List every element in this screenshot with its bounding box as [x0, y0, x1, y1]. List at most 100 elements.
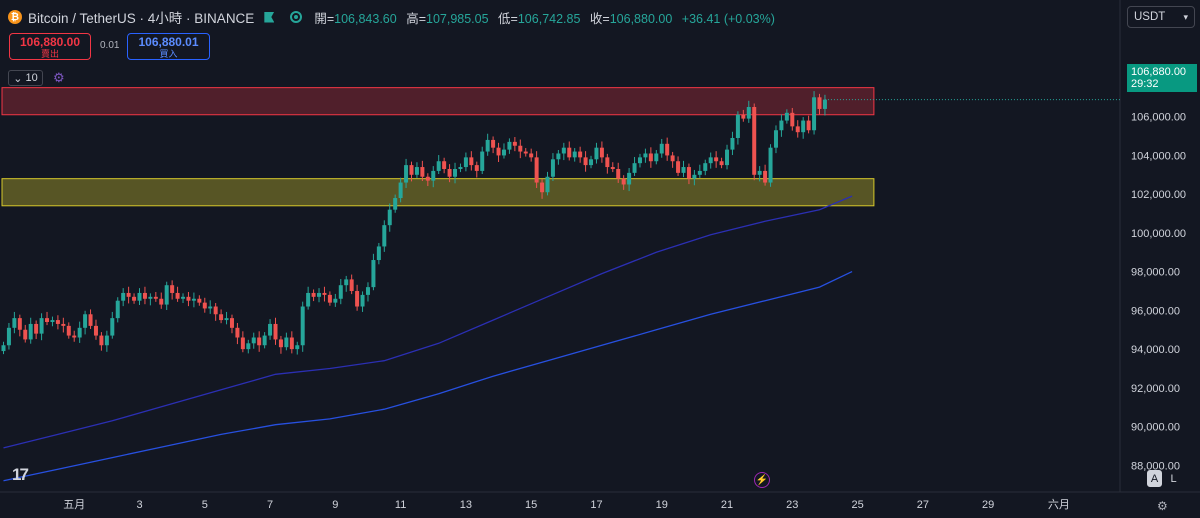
- x-tick-label: 11: [395, 499, 406, 511]
- candle-body: [790, 112, 795, 127]
- candle-body: [278, 339, 283, 348]
- candle-body: [632, 163, 637, 173]
- candle-body: [317, 292, 322, 297]
- candle-body: [567, 147, 572, 158]
- candle-body: [735, 114, 740, 138]
- candle-body: [425, 176, 430, 181]
- candle-body: [643, 153, 648, 158]
- gear-icon[interactable]: ⚙: [53, 71, 65, 84]
- x-tick-label: 27: [917, 499, 929, 511]
- candle-body: [550, 159, 555, 177]
- bitcoin-icon: ₿: [8, 10, 22, 24]
- x-tick-label: 3: [136, 499, 142, 511]
- candle-body: [420, 167, 425, 177]
- candle-body: [72, 335, 77, 338]
- buy-label: 買入: [159, 49, 178, 59]
- candle-body: [714, 157, 719, 162]
- candle-body: [414, 167, 419, 175]
- buy-button[interactable]: 106,880.01 買入: [127, 33, 210, 60]
- candle-body: [110, 318, 115, 336]
- candle-body: [409, 165, 414, 175]
- candle-body: [501, 149, 506, 156]
- candle-body: [349, 279, 354, 292]
- chevron-down-icon: ▾: [1183, 11, 1188, 22]
- candle-body: [295, 345, 300, 350]
- candle-body: [752, 107, 757, 175]
- candle-body: [670, 155, 675, 162]
- flag-icon[interactable]: [264, 11, 275, 23]
- candle-body: [779, 120, 784, 131]
- candle-body: [589, 159, 594, 166]
- candle-body: [148, 296, 153, 299]
- price-chart[interactable]: 88,000.0090,000.0092,000.0094,000.0096,0…: [0, 0, 1200, 518]
- candle-body: [382, 225, 387, 247]
- currency-select[interactable]: USDT ▾: [1127, 6, 1195, 28]
- candle-body: [561, 147, 566, 154]
- candle-body: [686, 167, 691, 179]
- candle-body: [186, 296, 191, 301]
- currency-value: USDT: [1134, 11, 1166, 23]
- candle-body: [240, 337, 245, 350]
- auto-scale-button[interactable]: A: [1147, 470, 1162, 487]
- candle-body: [659, 143, 664, 154]
- buy-price: 106,880.01: [138, 35, 199, 49]
- candle-body: [229, 318, 234, 328]
- candle-body: [219, 314, 224, 321]
- candle-body: [496, 147, 501, 156]
- candle-body: [262, 335, 267, 346]
- x-tick-label: 五月: [63, 499, 85, 511]
- candle-body: [333, 298, 338, 303]
- sell-price: 106,880.00: [19, 35, 81, 49]
- candle-body: [458, 167, 463, 169]
- x-tick-label: 5: [202, 499, 208, 511]
- candle-body: [463, 157, 468, 168]
- candle-body: [268, 323, 273, 336]
- log-scale-button[interactable]: L: [1166, 470, 1181, 487]
- tradingview-logo[interactable]: 17: [12, 465, 29, 485]
- candle-body: [605, 157, 610, 168]
- candle-body: [360, 294, 365, 307]
- candle-body: [681, 167, 686, 173]
- candle-body: [746, 107, 751, 119]
- candle-body: [45, 318, 50, 323]
- candle-body: [817, 97, 822, 109]
- candle-body: [306, 292, 311, 307]
- candle-body: [540, 182, 545, 193]
- close-label: 收=: [589, 11, 610, 26]
- candle-body: [398, 182, 403, 199]
- candle-body: [757, 170, 762, 175]
- candle-body: [572, 151, 577, 158]
- candle-body: [344, 279, 349, 286]
- x-tick-label: 23: [786, 499, 798, 511]
- y-tick-label: 106,000.00: [1131, 112, 1186, 124]
- candle-body: [208, 306, 213, 309]
- candle-body: [300, 306, 305, 346]
- candle-body: [692, 174, 697, 179]
- candle-body: [697, 170, 702, 175]
- spread-value: 0.01: [100, 40, 120, 51]
- candle-body: [284, 337, 289, 348]
- candle-body: [376, 246, 381, 261]
- candle-body: [822, 99, 827, 109]
- candle-body: [289, 337, 294, 350]
- low-value: 106,742.85: [517, 11, 581, 26]
- candle-body: [121, 292, 126, 301]
- candle-body: [39, 318, 44, 334]
- candle-body: [153, 296, 158, 299]
- settings-icon[interactable]: ⚙: [1157, 499, 1168, 513]
- candle-body: [719, 161, 724, 166]
- sell-button[interactable]: 106,880.00 賣出: [9, 33, 91, 60]
- quantity-selector[interactable]: ⌄ 10: [8, 70, 43, 86]
- candle-body: [99, 335, 104, 346]
- lightning-icon[interactable]: ⚡: [754, 472, 770, 488]
- sell-label: 賣出: [40, 49, 59, 59]
- symbol-title[interactable]: Bitcoin / TetherUS · 4小時 · BINANCE: [28, 7, 254, 27]
- candle-body: [491, 139, 496, 148]
- candle-body: [730, 137, 735, 150]
- y-tick-label: 92,000.00: [1131, 383, 1180, 395]
- x-tick-label: 25: [851, 499, 863, 511]
- candle-body: [213, 306, 218, 315]
- candle-body: [202, 302, 207, 309]
- candle-body: [436, 161, 441, 171]
- candle-body: [812, 97, 817, 131]
